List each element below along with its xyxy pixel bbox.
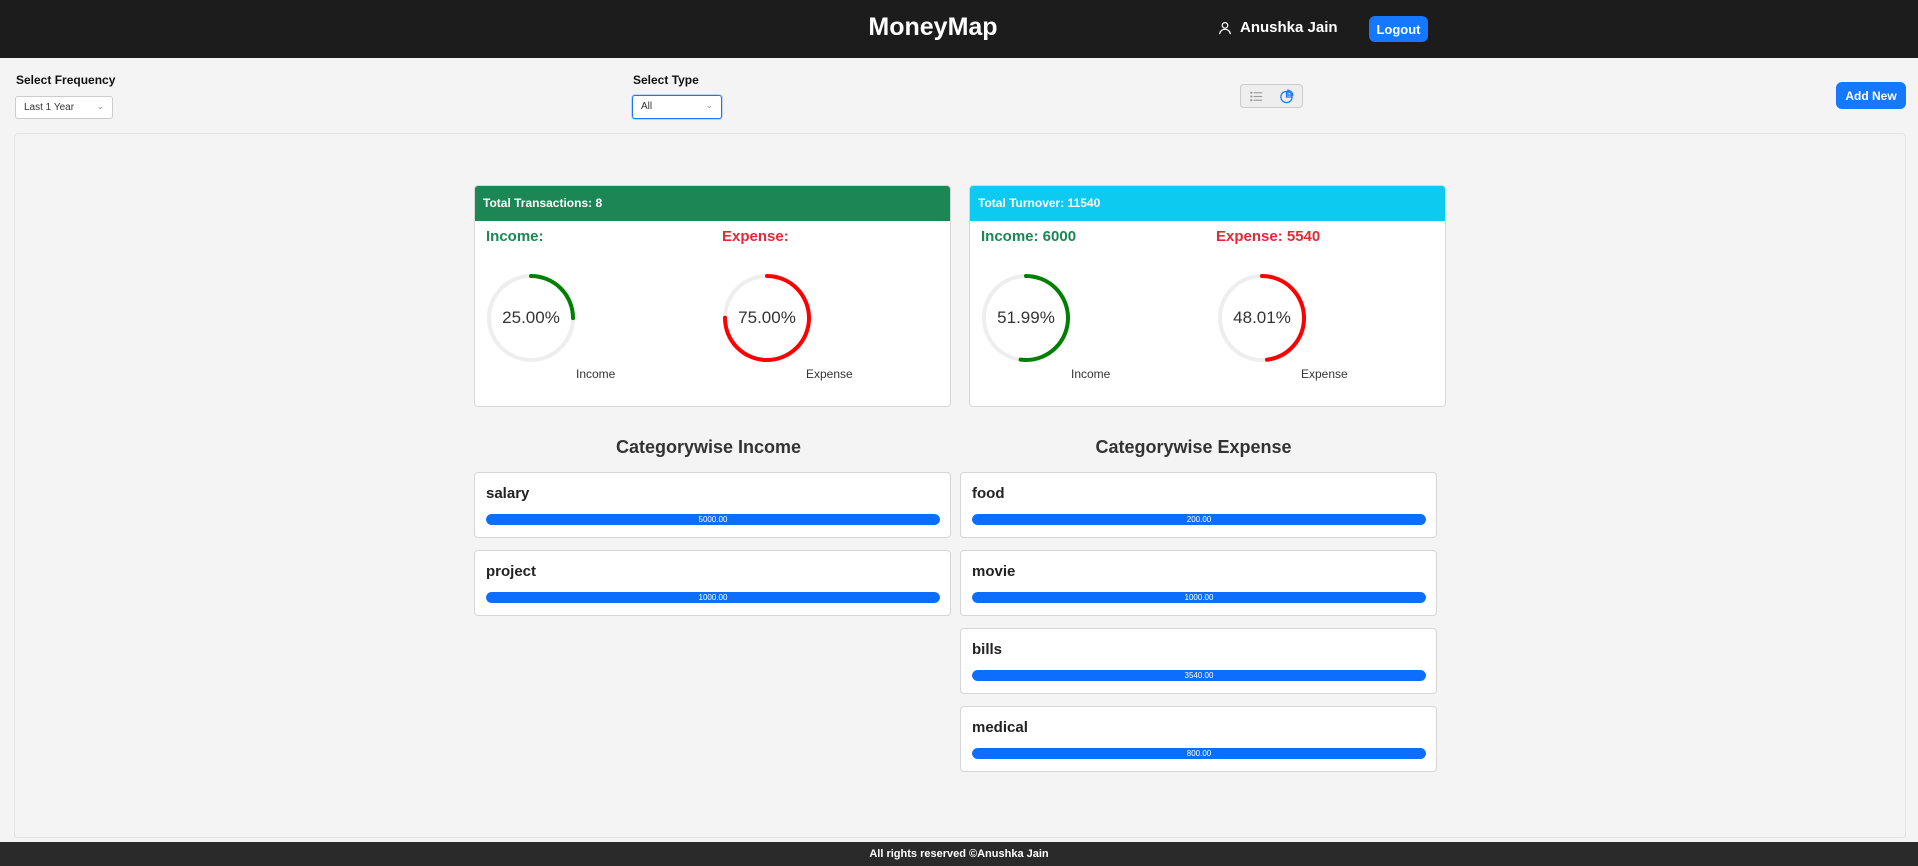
top-navbar: MoneyMap Anushka Jain Logout [0,0,1918,58]
type-label: Select Type [633,73,699,87]
category-progress: 1000.00 [972,592,1426,603]
transactions-expense-heading: Expense: [722,228,789,245]
expense-category-item: movie 1000.00 [960,550,1437,616]
categorywise-income-title: Categorywise Income [615,437,802,457]
logout-button[interactable]: Logout [1369,16,1428,42]
category-name: bills [972,641,1003,658]
turnover-card-header: Total Turnover: 11540 [970,186,1445,221]
turnover-income-caption: Income [1071,367,1111,381]
expense-category-item: medical 800.00 [960,706,1437,772]
turnover-card: Total Turnover: 11540 Income: 6000 Expen… [969,185,1446,407]
category-progress: 3540.00 [972,670,1426,681]
add-new-button[interactable]: Add New [1836,82,1906,109]
transactions-expense-caption: Expense [806,367,853,381]
income-category-item: project 1000.00 [474,550,951,616]
frequency-value: Last 1 Year [24,102,75,113]
list-icon [1249,91,1262,101]
category-progress-fill: 1000.00 [486,592,940,603]
transactions-income-percent: 25.00% [502,308,560,327]
category-progress: 1000.00 [486,592,940,603]
category-name: salary [486,485,530,502]
category-name: medical [972,719,1028,736]
category-progress: 200.00 [972,514,1426,525]
user-name: Anushka Jain [1240,19,1338,36]
categorywise-expense-title: Categorywise Expense [1095,437,1292,457]
transactions-income-heading: Income: [486,228,544,245]
income-category-item: salary 5000.00 [474,472,951,538]
turnover-expense-caption: Expense [1301,367,1348,381]
category-progress-fill: 1000.00 [972,592,1426,603]
category-name: project [486,563,537,580]
transactions-expense-percent: 75.00% [738,308,796,327]
category-progress-fill: 800.00 [972,748,1426,759]
expense-category-item: bills 3540.00 [960,628,1437,694]
category-progress: 5000.00 [486,514,940,525]
transactions-card-header: Total Transactions: 8 [475,186,950,221]
category-name: food [972,485,1005,502]
turnover-expense-heading: Expense: 5540 [1216,228,1321,245]
type-select[interactable]: All ⌄ [632,95,722,119]
pie-chart-icon [1280,88,1294,103]
footer: All rights reserved ©Anushka Jain [0,842,1918,866]
chart-view-toggle[interactable] [1272,85,1303,107]
turnover-income-ring: 51.99% [980,272,1072,364]
turnover-income-percent: 51.99% [997,308,1055,327]
list-view-toggle[interactable] [1241,85,1272,107]
category-progress-fill: 3540.00 [972,670,1426,681]
transactions-card: Total Transactions: 8 Income: Expense: 2… [474,185,951,407]
user-info: Anushka Jain [1218,19,1338,36]
category-name: movie [972,563,1016,580]
turnover-expense-ring: 48.01% [1216,272,1308,364]
frequency-label: Select Frequency [16,73,116,87]
transactions-income-caption: Income [576,367,616,381]
transactions-expense-ring: 75.00% [721,272,813,364]
frequency-select[interactable]: Last 1 Year ⌄ [15,96,113,119]
category-progress: 800.00 [972,748,1426,759]
brand-title: MoneyMap [868,13,998,41]
expense-category-item: food 200.00 [960,472,1437,538]
category-progress-fill: 5000.00 [486,514,940,525]
category-progress-fill: 200.00 [972,514,1426,525]
turnover-expense-percent: 48.01% [1233,308,1291,327]
chevron-down-icon: ⌄ [96,101,104,111]
chevron-down-icon: ⌄ [705,100,713,110]
turnover-income-heading: Income: 6000 [981,228,1077,245]
user-icon [1219,21,1231,34]
transactions-income-ring: 25.00% [485,272,577,364]
view-toggle[interactable] [1240,84,1303,108]
type-value: All [641,101,653,112]
